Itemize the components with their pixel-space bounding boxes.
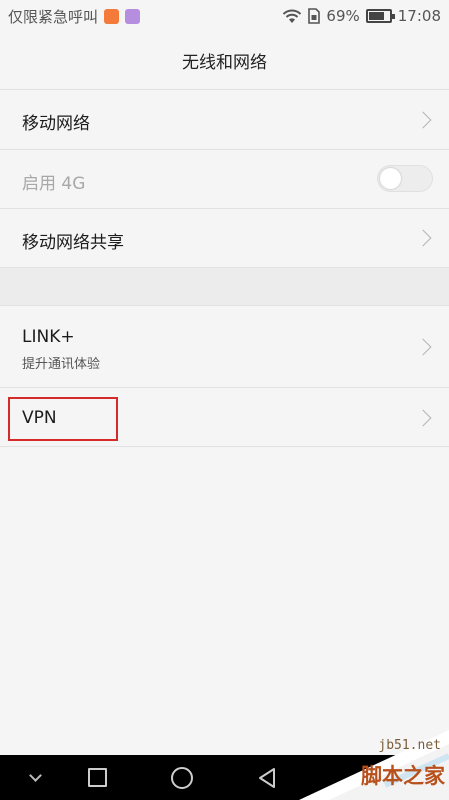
battery-icon bbox=[365, 9, 395, 23]
settings-item-subtitle: 提升通讯体验 bbox=[22, 357, 101, 372]
carrier-text: 仅限紧急呼叫 bbox=[8, 7, 99, 26]
status-right: 69% 17:08 bbox=[282, 7, 441, 25]
hide-nav-button[interactable] bbox=[20, 755, 50, 800]
section-divider bbox=[0, 268, 449, 306]
settings-item-label: LINK+ bbox=[22, 327, 75, 347]
watermark-url: jb51.net bbox=[378, 738, 441, 753]
home-icon bbox=[171, 766, 193, 789]
watermark-name: 脚本之家 bbox=[361, 763, 445, 788]
chevron-right-icon bbox=[414, 111, 432, 129]
status-bar: 仅限紧急呼叫 69% 17:08 bbox=[0, 0, 449, 32]
toggle-knob bbox=[380, 168, 401, 189]
status-left: 仅限紧急呼叫 bbox=[8, 6, 141, 27]
recents-icon bbox=[87, 768, 107, 787]
enable-4g-toggle[interactable] bbox=[377, 165, 433, 192]
wifi-icon bbox=[283, 9, 302, 23]
settings-item-enable-4g: 启用 4G bbox=[0, 150, 449, 209]
settings-item-tethering[interactable]: 移动网络共享 bbox=[0, 209, 449, 268]
notification-orange-icon bbox=[104, 8, 120, 24]
battery-percent: 69% bbox=[326, 7, 360, 25]
back-icon bbox=[259, 767, 275, 788]
hide-nav-icon bbox=[28, 769, 42, 782]
page-title: 无线和网络 bbox=[182, 53, 267, 73]
highlight-box bbox=[8, 397, 118, 441]
sim-icon bbox=[308, 8, 321, 24]
chevron-right-icon bbox=[414, 409, 432, 427]
settings-item-mobile-network[interactable]: 移动网络 bbox=[0, 90, 449, 150]
recents-button[interactable] bbox=[82, 755, 112, 800]
watermark: jb51.net 脚本之家 bbox=[299, 730, 449, 800]
back-button[interactable] bbox=[252, 755, 282, 800]
chevron-right-icon bbox=[414, 338, 432, 356]
settings-item-label: 移动网络 bbox=[22, 114, 90, 134]
settings-item-link-plus[interactable]: LINK+ 提升通讯体验 bbox=[0, 307, 449, 388]
settings-item-label: 启用 4G bbox=[22, 174, 86, 194]
home-button[interactable] bbox=[167, 755, 197, 800]
notification-purple-icon bbox=[125, 8, 141, 24]
page-title-bar: 无线和网络 bbox=[0, 32, 449, 90]
settings-item-label: 移动网络共享 bbox=[22, 233, 124, 253]
clock: 17:08 bbox=[397, 7, 441, 25]
battery-fill bbox=[368, 12, 384, 20]
chevron-right-icon bbox=[414, 229, 432, 247]
